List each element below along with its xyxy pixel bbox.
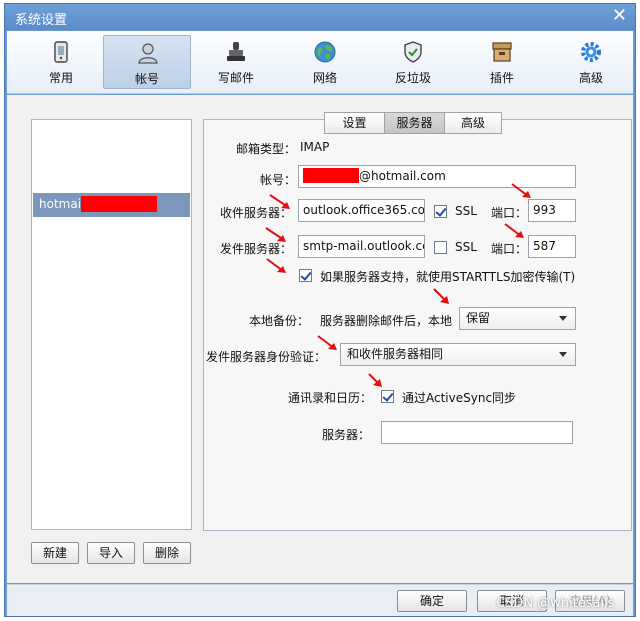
annotation-arrow-icon (269, 194, 290, 209)
toolbar-label: 帐号 (134, 72, 159, 86)
tab-settings[interactable]: 设置 (324, 112, 385, 134)
incoming-server-field[interactable]: outlook.office365.co (298, 199, 425, 222)
incoming-ssl-checkbox[interactable] (434, 205, 447, 218)
annotation-arrow-icon (368, 373, 382, 387)
account-domain: @hotmail.com (359, 169, 446, 183)
annotation-arrow-icon (433, 288, 449, 304)
import-account-button[interactable]: 导入 (87, 542, 135, 564)
local-backup-description: 服务器删除邮件后，本地 (320, 314, 453, 328)
toolbar-item-general[interactable]: 常用 (17, 35, 105, 89)
annotation-arrow-icon (504, 223, 524, 238)
toolbar-label: 常用 (48, 71, 73, 85)
redaction-mark (81, 196, 157, 212)
contacts-calendar-label: 通讯录和日历： (288, 391, 373, 405)
annotation-arrow-icon (265, 227, 286, 242)
outgoing-server-field[interactable]: smtp-mail.outlook.cc (298, 235, 425, 258)
toolbar-label: 反垃圾 (394, 71, 431, 85)
toolbar-label: 插件 (489, 71, 514, 85)
gear-icon (581, 42, 601, 62)
account-list-item[interactable]: hotmai (33, 193, 190, 217)
local-backup-select[interactable]: 保留 (459, 307, 576, 330)
outgoing-port-label: 端口： (491, 242, 528, 256)
close-icon[interactable]: ✕ (612, 7, 627, 25)
toolbar-item-account[interactable]: 帐号 (103, 35, 191, 89)
smtp-auth-select[interactable]: 和收件服务器相同 (340, 343, 576, 366)
box-icon (492, 42, 512, 62)
toolbar-item-network[interactable]: 网络 (281, 35, 369, 89)
toolbar-item-compose[interactable]: 写邮件 (192, 35, 280, 89)
mailbox-type-label: 邮箱类型： (236, 142, 297, 156)
account-label: 帐号： (260, 173, 297, 187)
chevron-down-icon (559, 352, 567, 357)
activesync-server-field[interactable] (381, 421, 573, 444)
window-title: 系统设置 (15, 13, 68, 28)
outgoing-ssl-checkbox[interactable] (434, 241, 447, 254)
activesync-label: 通过ActiveSync同步 (402, 391, 517, 405)
starttls-label: 如果服务器支持，就使用STARTTLS加密传输(T) (320, 270, 576, 284)
mailbox-type-value: IMAP (300, 140, 330, 154)
watermark-text: CSDN @whitesails (496, 596, 615, 611)
annotation-arrow-icon (511, 183, 531, 198)
settings-toolbar: 常用 帐号 写邮件 网络 反垃圾 插件 高级 (7, 31, 633, 94)
title-bar: 系统设置 ✕ (5, 4, 635, 30)
account-name: hotmai (39, 197, 82, 211)
toolbar-label: 高级 (578, 71, 603, 85)
toolbar-item-advanced[interactable]: 高级 (547, 35, 635, 89)
local-backup-value: 保留 (466, 311, 491, 325)
outgoing-ssl-label: SSL (455, 240, 477, 254)
ok-button[interactable]: 确定 (397, 590, 467, 612)
toolbar-label: 网络 (312, 71, 337, 85)
delete-account-button[interactable]: 删除 (143, 542, 191, 564)
settings-window: 系统设置 ✕ 常用 帐号 写邮件 网络 反垃圾 插件 高级 hotmai 新建 … (4, 3, 636, 617)
toolbar-item-plugins[interactable]: 插件 (458, 35, 546, 89)
activesync-server-label: 服务器： (322, 428, 371, 442)
smtp-auth-value: 和收件服务器相同 (347, 347, 444, 361)
local-backup-label: 本地备份： (249, 314, 310, 328)
annotation-arrow-icon (266, 258, 286, 273)
incoming-port-field[interactable]: 993 (528, 199, 576, 222)
starttls-checkbox[interactable] (299, 269, 312, 282)
settings-phone-icon (54, 41, 68, 63)
incoming-port-label: 端口： (491, 206, 528, 220)
stamp-icon (227, 42, 245, 61)
toolbar-label: 写邮件 (217, 71, 254, 85)
incoming-ssl-label: SSL (455, 204, 477, 218)
new-account-button[interactable]: 新建 (31, 542, 79, 564)
annotation-arrow-icon (317, 335, 337, 350)
outgoing-port-field[interactable]: 587 (528, 235, 576, 258)
tab-server[interactable]: 服务器 (384, 112, 445, 134)
smtp-auth-label: 发件服务器身份验证： (206, 350, 327, 364)
globe-icon (314, 41, 336, 63)
tab-advanced[interactable]: 高级 (444, 112, 502, 134)
account-detail-panel: 设置 服务器 高级 邮箱类型： IMAP 帐号： @hotmail.com 收件… (203, 112, 632, 531)
redaction-mark (303, 168, 359, 183)
account-list: hotmai (31, 119, 192, 530)
shield-icon (404, 41, 422, 63)
user-icon (138, 43, 158, 64)
toolbar-item-antispam[interactable]: 反垃圾 (369, 35, 457, 89)
chevron-down-icon (559, 316, 567, 321)
